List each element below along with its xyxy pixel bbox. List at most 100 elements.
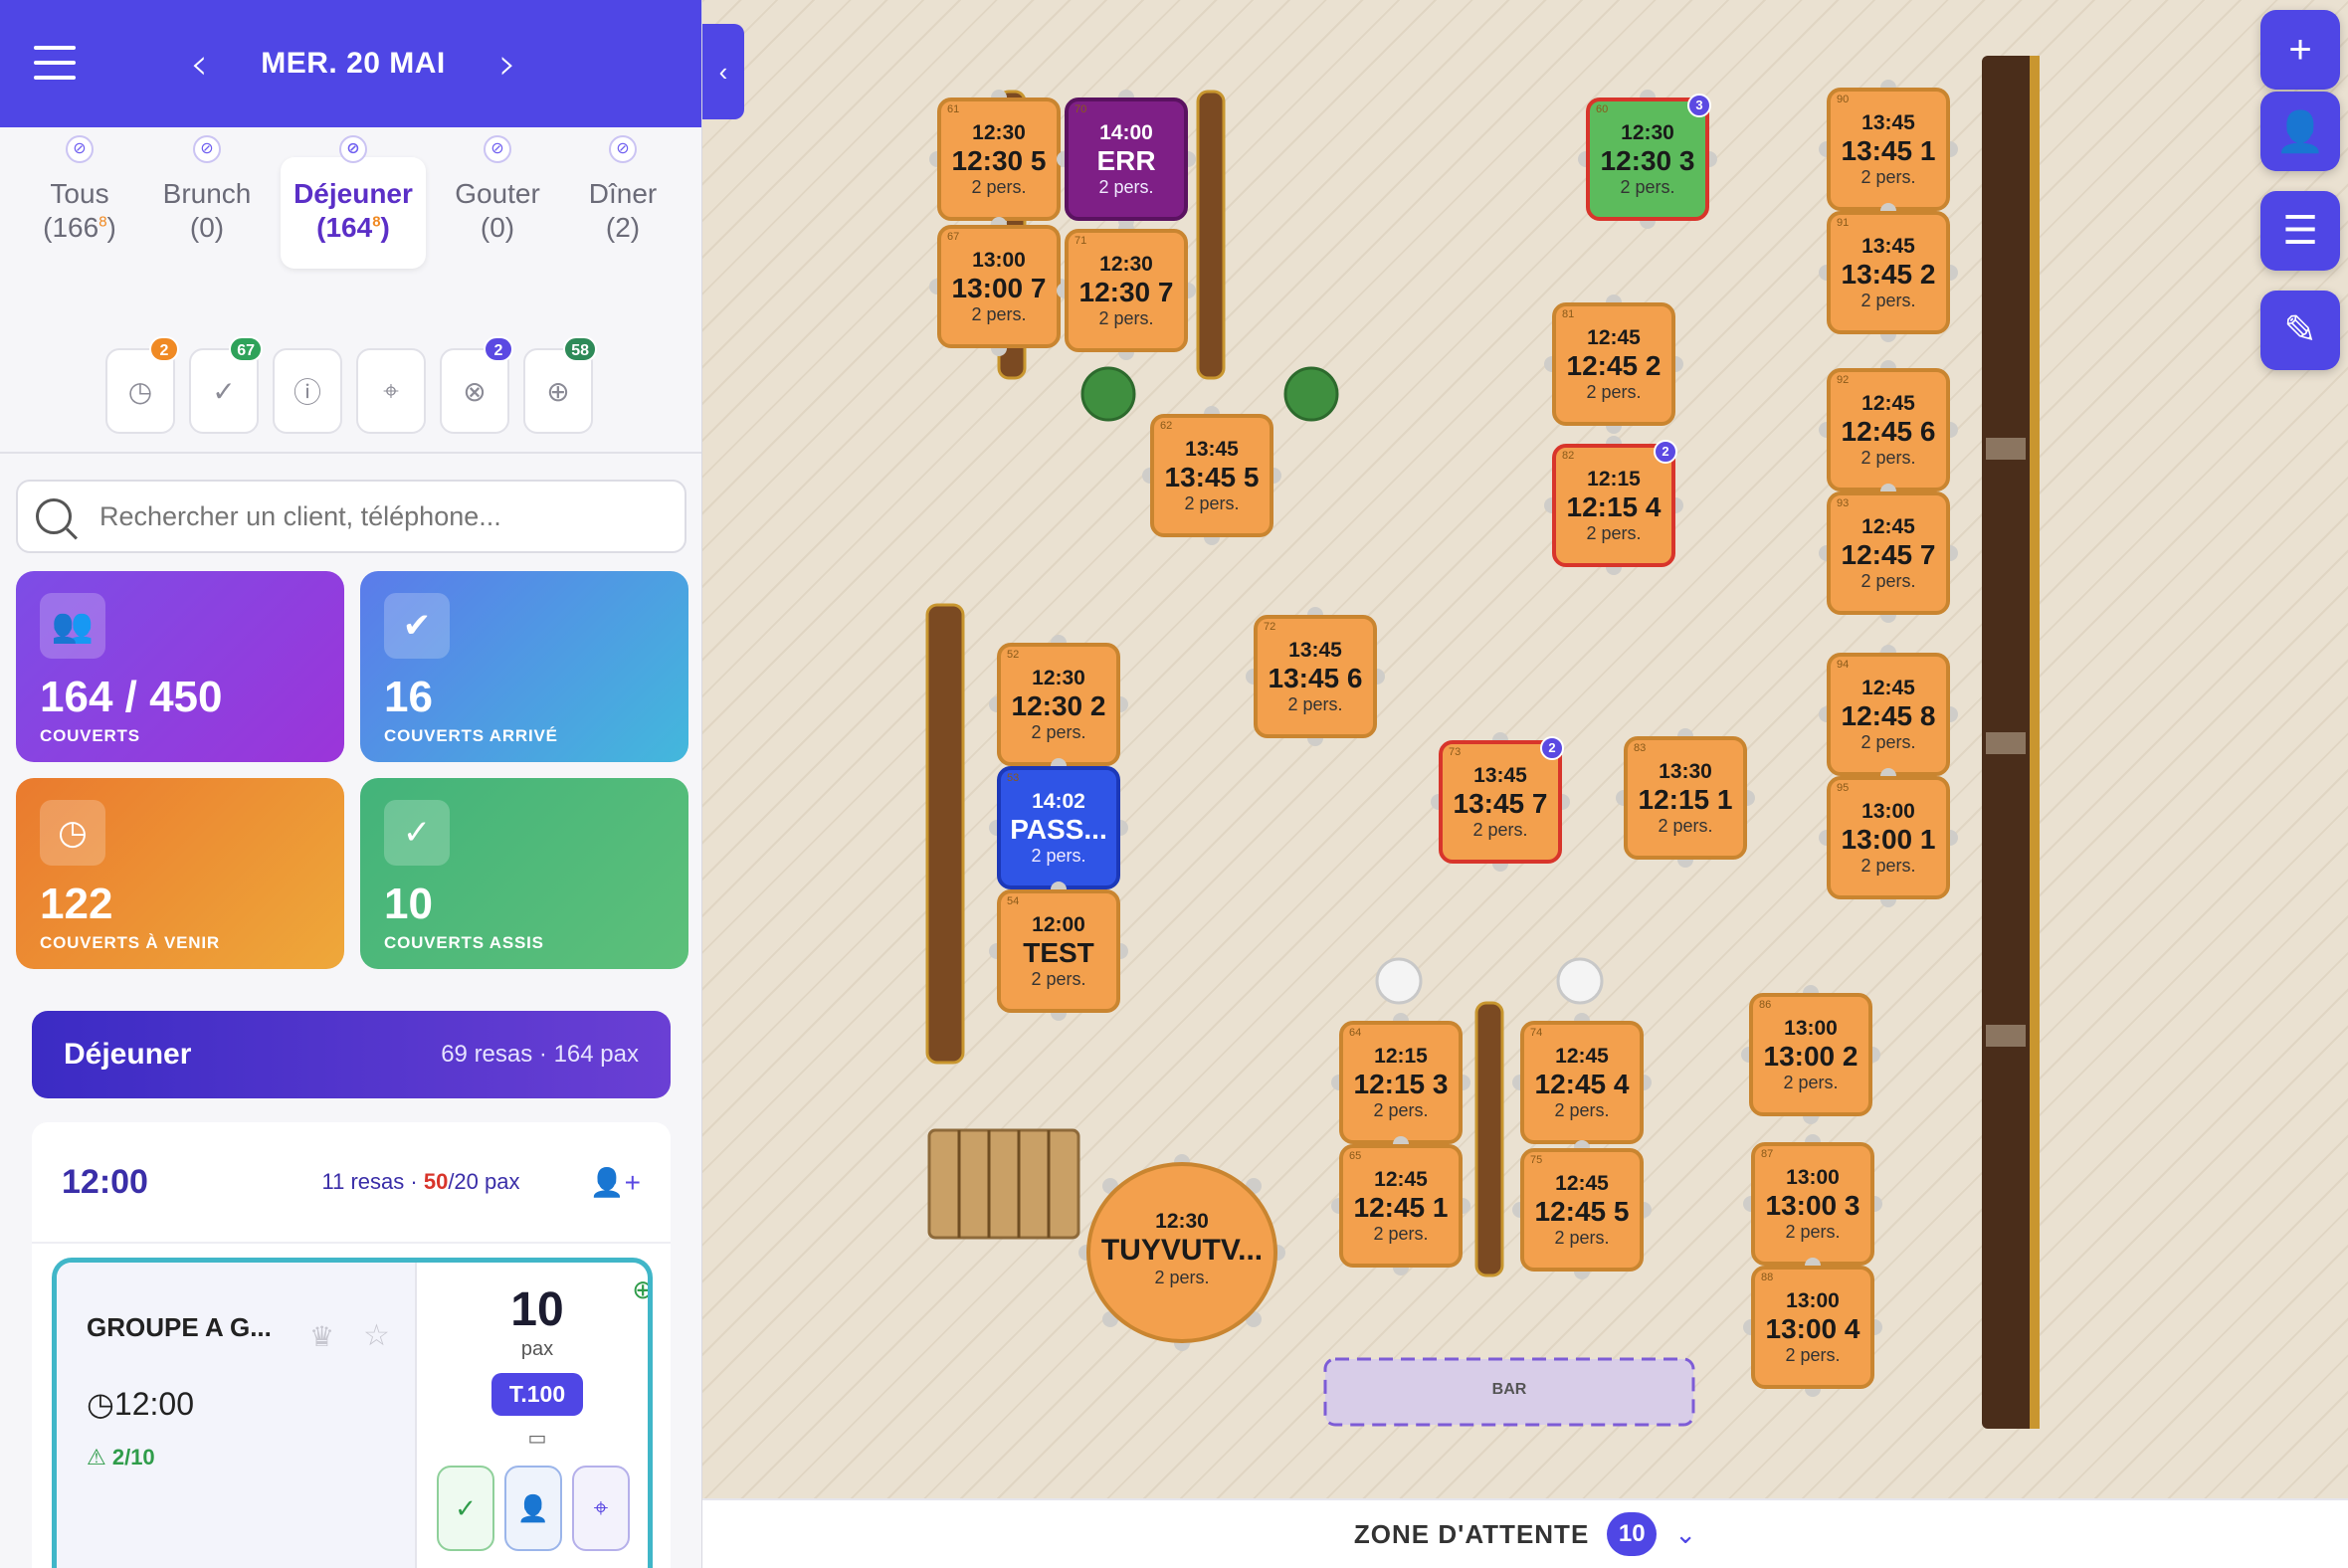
floor-table[interactable]: 70 14:00 ERR 2 pers.: [1065, 98, 1188, 221]
floor-table[interactable]: 88 13:00 13:00 42 pers.: [1751, 1266, 1874, 1389]
lock-icon: ⊘: [339, 135, 367, 163]
floor-table[interactable]: 12:30 TUYVUTV... 2 pers.: [1086, 1162, 1277, 1343]
tab-dejeuner[interactable]: ⊘ Déjeuner (1648): [281, 135, 426, 269]
table-number: 82: [1562, 450, 1575, 462]
table-label: 13:45 6: [1268, 663, 1363, 693]
stat-avenir[interactable]: ◷ 122 COUVERTS À VENIR: [16, 778, 344, 969]
floor-table[interactable]: 93 12:45 12:45 72 pers.: [1827, 491, 1950, 615]
stat-couverts[interactable]: 👥 164 / 450 COUVERTS: [16, 571, 344, 762]
edit-icon[interactable]: ✎: [2260, 291, 2340, 370]
table-time: 13:00: [1786, 1289, 1840, 1312]
table-time: 12:45: [1861, 677, 1915, 699]
table-time: 12:45: [1555, 1045, 1609, 1068]
table-number: 74: [1530, 1027, 1543, 1039]
reservation-card[interactable]: GROUPE A G... ♛ ☆ ◷12:00 ⚠ 2/10 ⊕ 10 pax…: [52, 1258, 653, 1568]
table-number: 87: [1761, 1148, 1774, 1160]
reservation-time: ◷12:00: [87, 1386, 194, 1422]
waiting-zone-count: 10: [1607, 1512, 1658, 1556]
filter-icon[interactable]: ☰: [2260, 191, 2340, 271]
floor-table[interactable]: 95 13:00 13:00 12 pers.: [1827, 776, 1950, 899]
tab-tous[interactable]: ⊘ Tous (1668): [28, 135, 131, 269]
status-filters: ◷ 2 ✓ 67 ⓘ ⌖ ⊗ 2 ⊕ 58: [105, 336, 597, 434]
location-pin-icon: ⌖: [383, 374, 399, 406]
floor-table[interactable]: 92 12:45 12:45 62 pers.: [1827, 368, 1950, 491]
floor-table[interactable]: 60 12:30 12:30 32 pers. 3: [1586, 94, 1711, 221]
stat-arrive[interactable]: ✔ 16 COUVERTS ARRIVÉ: [360, 571, 688, 762]
table-number: 65: [1349, 1150, 1362, 1162]
add-user-icon[interactable]: 👤: [2260, 92, 2340, 171]
floor-table[interactable]: 72 13:45 13:45 62 pers.: [1254, 615, 1377, 738]
seat-button[interactable]: ✓: [437, 1466, 494, 1551]
chevron-left-icon[interactable]: ‹: [179, 39, 219, 90]
sidebar: ‹ MER. 20 MAI › ⊘ Tous (1668) ⊘ Brunch (…: [0, 0, 702, 1568]
table-number: 81: [1562, 308, 1575, 320]
filter-alert[interactable]: ⓘ: [273, 348, 342, 434]
table-label: 12:45 8: [1841, 700, 1936, 731]
tab-diner[interactable]: ⊘ Dîner (2): [571, 135, 675, 269]
table-number: 67: [947, 231, 960, 243]
floor-table[interactable]: 82 12:15 12:15 42 pers. 2: [1552, 440, 1677, 567]
filter-placed[interactable]: ⌖: [356, 348, 426, 434]
tab-brunch[interactable]: ⊘ Brunch (0): [147, 135, 267, 269]
search-input[interactable]: [99, 500, 677, 532]
arrived-button[interactable]: 👤: [504, 1466, 562, 1551]
collapse-sidebar-button[interactable]: ‹: [702, 24, 744, 119]
table-number: 73: [1449, 746, 1462, 758]
star-icon[interactable]: ☆: [363, 1318, 390, 1353]
stat-assis[interactable]: ✓ 10 COUVERTS ASSIS: [360, 778, 688, 969]
floor-table[interactable]: 54 12:00 TEST 2 pers.: [997, 889, 1120, 1013]
table-time: 13:45: [1861, 235, 1915, 258]
floor-table[interactable]: 73 13:45 13:45 72 pers. 2: [1439, 736, 1564, 864]
table-badge: 2: [1540, 736, 1564, 760]
tab-count: (2): [605, 212, 641, 243]
table-number: 93: [1837, 497, 1850, 509]
floor-table[interactable]: 94 12:45 12:45 82 pers.: [1827, 653, 1950, 776]
floor-table[interactable]: 91 13:45 13:45 22 pers.: [1827, 211, 1950, 334]
table-time: 12:45: [1861, 515, 1915, 538]
floor-table[interactable]: 64 12:15 12:15 32 pers.: [1339, 1021, 1463, 1144]
place-button[interactable]: ⌖: [572, 1466, 630, 1551]
filter-confirmed[interactable]: ✓ 67: [189, 336, 263, 434]
tab-gouter[interactable]: ⊘ Gouter (0): [440, 135, 555, 269]
plus-icon[interactable]: +: [2260, 10, 2340, 90]
floor-table[interactable]: 67 13:00 13:00 72 pers.: [937, 225, 1061, 348]
floor-table[interactable]: 87 13:00 13:00 32 pers.: [1751, 1142, 1874, 1266]
table-pax: 2 pers.: [1373, 1224, 1429, 1244]
floor-table[interactable]: 52 12:30 12:30 22 pers.: [997, 643, 1120, 766]
counter-marker: [1986, 1025, 2026, 1047]
table-badge[interactable]: T.100: [490, 1373, 584, 1416]
stat-value: 164 / 450: [40, 673, 223, 721]
filter-online[interactable]: ⊕ 58: [523, 336, 597, 434]
floor-table[interactable]: 53 14:02 PASS... 2 pers.: [997, 766, 1120, 889]
floor-table[interactable]: 83 13:30 12:15 12 pers.: [1624, 736, 1747, 860]
floor-table[interactable]: 74 12:45 12:45 42 pers.: [1520, 1021, 1644, 1144]
filter-late[interactable]: ◷ 2: [105, 336, 179, 434]
table-number: 64: [1349, 1027, 1362, 1039]
floor-table[interactable]: 71 12:30 12:30 72 pers.: [1065, 229, 1188, 352]
floor-table[interactable]: 65 12:45 12:45 12 pers.: [1339, 1144, 1463, 1268]
floor-table[interactable]: 81 12:45 12:45 22 pers.: [1552, 302, 1675, 426]
floor-table[interactable]: 86 13:00 13:00 22 pers.: [1749, 993, 1872, 1116]
filter-unplaced[interactable]: ⊗ 2: [440, 336, 513, 434]
floor-table[interactable]: 61 12:30 12:30 52 pers.: [937, 98, 1061, 221]
waiting-zone-bar[interactable]: ZONE D'ATTENTE 10 ⌄: [702, 1498, 2348, 1568]
service-tabs: ⊘ Tous (1668) ⊘ Brunch (0) ⊘ Déjeuner (1…: [0, 127, 701, 287]
search-icon: [36, 498, 72, 534]
crown-icon[interactable]: ♛: [309, 1320, 334, 1353]
filter-badge: 67: [229, 336, 263, 362]
table-pax: 2 pers.: [1785, 1345, 1841, 1365]
current-date[interactable]: MER. 20 MAI: [261, 47, 446, 81]
table-pax: 2 pers.: [1658, 816, 1713, 836]
tab-count: (0): [189, 212, 225, 243]
bar-label: BAR: [1491, 1381, 1527, 1398]
floor-table[interactable]: 62 13:45 13:45 52 pers.: [1150, 414, 1273, 537]
add-user-icon[interactable]: 👤+: [581, 1166, 641, 1199]
floor-table[interactable]: 90 13:45 13:45 12 pers.: [1827, 88, 1950, 211]
service-banner[interactable]: Déjeuner 69 resas · 164 pax: [32, 1011, 671, 1098]
hamburger-icon[interactable]: [34, 46, 76, 80]
chevron-down-icon[interactable]: ⌄: [1674, 1519, 1696, 1550]
floor-table[interactable]: 75 12:45 12:45 52 pers.: [1520, 1148, 1644, 1272]
check-circle-icon: ✓: [212, 375, 236, 407]
table-label: 12:45 5: [1534, 1196, 1630, 1227]
chevron-right-icon[interactable]: ›: [488, 39, 527, 90]
